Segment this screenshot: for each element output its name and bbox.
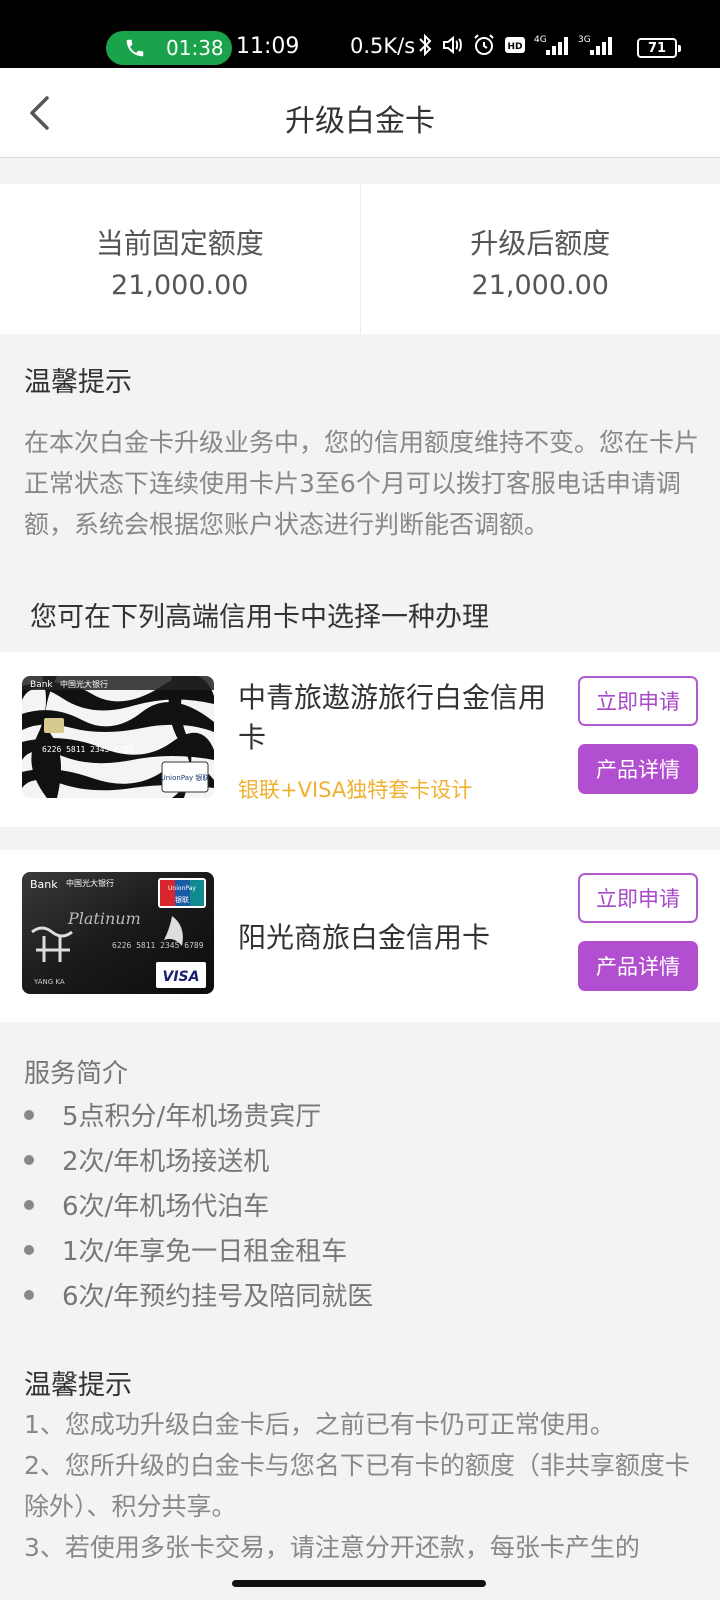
service-item-text: 2次/年机场接送机 xyxy=(62,1147,270,1177)
4g-label: 4G xyxy=(534,35,547,45)
visa-label: VISA xyxy=(163,969,200,985)
card-number: 6226 5811 2345 6789 xyxy=(42,745,134,754)
current-limit-label: 当前固定额度 xyxy=(95,227,264,260)
battery-icon: 71 xyxy=(637,38,681,58)
list-item: 6次/年机场代泊车 xyxy=(24,1182,373,1227)
card-feature-tag: 银联+VISA独特套卡设计 xyxy=(238,778,473,802)
service-item-text: 5点积分/年机场贵宾厅 xyxy=(62,1102,322,1132)
card-number: 6226 5811 2345 6789 xyxy=(112,941,204,950)
status-bar: 01:38 11:09 0.5K/s HD 4G 3G 71 xyxy=(0,0,720,68)
card-bank-cn-label: 中国光大银行 xyxy=(66,878,114,888)
vibrate-icon xyxy=(443,35,462,55)
status-icons: HD 4G 3G xyxy=(418,33,614,57)
card-bank-label: Bank xyxy=(30,878,58,891)
apply-now-button[interactable]: 立即申请 xyxy=(578,676,698,726)
service-item-text: 1次/年享免一日租金租车 xyxy=(62,1237,348,1267)
unionpay-label: UnionPay xyxy=(168,885,196,892)
bluetooth-icon xyxy=(419,33,432,57)
list-item: 2次/年机场接送机 xyxy=(24,1137,373,1182)
hd-label: HD xyxy=(507,42,522,52)
notice-line: 3、若使用多张卡交易，请注意分开还款，每张卡产生的 xyxy=(24,1533,640,1562)
service-list: 5点积分/年机场贵宾厅 2次/年机场接送机 6次/年机场代泊车 1次/年享免一日… xyxy=(24,1092,373,1317)
notice-list: 1、您成功升级白金卡后，之前已有卡仍可正常使用。 2、您所升级的白金卡与您名下已… xyxy=(24,1404,700,1568)
notice-title: 温馨提示 xyxy=(24,1370,132,1401)
platinum-card-image[interactable]: Bank 中国光大银行 UnionPay 银联 Platinum 6226 58… xyxy=(22,872,214,994)
list-item: 6次/年预约挂号及陪同就医 xyxy=(24,1272,373,1317)
page-title: 升级白金卡 xyxy=(285,104,435,139)
card-name: 阳光商旅白金信用卡 xyxy=(238,921,491,954)
card-choice-heading: 您可在下列高端信用卡中选择一种办理 xyxy=(30,602,489,633)
alarm-icon xyxy=(474,34,494,55)
zebra-card-image[interactable]: Bank 中国光大银行 6226 5811 2345 6789 UnionPay… xyxy=(22,676,214,798)
upgraded-limit-value: 21,000.00 xyxy=(471,270,609,301)
bullet-icon xyxy=(24,1154,34,1165)
card-bank-label: Bank xyxy=(30,680,53,690)
credit-limit-panel: 当前固定额度 21,000.00 升级后额度 21,000.00 xyxy=(0,184,720,334)
current-limit: 当前固定额度 21,000.00 xyxy=(0,184,360,334)
notice-title: 温馨提示 xyxy=(24,367,132,398)
upgraded-limit-label: 升级后额度 xyxy=(470,227,611,260)
call-timer: 01:38 xyxy=(166,36,224,60)
product-details-button[interactable]: 产品详情 xyxy=(578,941,698,991)
service-item-text: 6次/年预约挂号及陪同就医 xyxy=(62,1282,374,1312)
upgraded-limit: 升级后额度 21,000.00 xyxy=(359,184,720,334)
service-intro-title: 服务简介 xyxy=(24,1059,129,1089)
card-option-row: Bank 中国光大银行 UnionPay 银联 Platinum 6226 58… xyxy=(0,850,720,1022)
list-item: 5点积分/年机场贵宾厅 xyxy=(24,1092,373,1137)
notice-line: 1、您成功升级白金卡后，之前已有卡仍可正常使用。 xyxy=(24,1410,615,1439)
phone-icon xyxy=(126,39,144,57)
bullet-icon xyxy=(24,1244,34,1255)
bullet-icon xyxy=(24,1289,34,1300)
unionpay-cn-label: 银联 xyxy=(175,895,189,904)
list-item: 1次/年享免一日租金租车 xyxy=(24,1227,373,1272)
4g-signal-icon: 4G xyxy=(534,35,568,55)
app-header: 升级白金卡 xyxy=(0,68,720,158)
battery-level: 71 xyxy=(647,40,667,56)
card-brand-label: UnionPay 银联 xyxy=(161,773,210,782)
notice-line: 2、您所升级的白金卡与您名下已有卡的额度（非共享额度卡除外）、积分共享。 xyxy=(24,1451,690,1521)
bullet-icon xyxy=(24,1199,34,1210)
product-details-button[interactable]: 产品详情 xyxy=(578,744,698,794)
notice-text: 在本次白金卡升级业务中，您的信用额度维持不变。您在卡片正常状态下连续使用卡片3至… xyxy=(24,428,700,539)
card-option-row: Bank 中国光大银行 6226 5811 2345 6789 UnionPay… xyxy=(0,652,720,827)
apply-now-button[interactable]: 立即申请 xyxy=(578,873,698,923)
platinum-label: Platinum xyxy=(67,909,141,928)
3g-signal-icon: 3G xyxy=(578,35,612,55)
service-item-text: 6次/年机场代泊车 xyxy=(62,1192,270,1222)
network-speed: 0.5K/s xyxy=(350,34,416,58)
hd-icon: HD xyxy=(505,37,525,53)
card-name: 中青旅遨游旅行白金信用卡 xyxy=(238,681,547,754)
bullet-icon xyxy=(24,1109,34,1120)
clock: 11:09 xyxy=(236,34,300,59)
current-limit-value: 21,000.00 xyxy=(111,270,249,301)
home-indicator[interactable] xyxy=(232,1580,486,1587)
ongoing-call-pill[interactable]: 01:38 xyxy=(106,31,232,65)
3g-label: 3G xyxy=(578,35,591,45)
card-bank-cn-label: 中国光大银行 xyxy=(60,679,108,689)
cardholder-name: YANG KA xyxy=(33,978,65,986)
